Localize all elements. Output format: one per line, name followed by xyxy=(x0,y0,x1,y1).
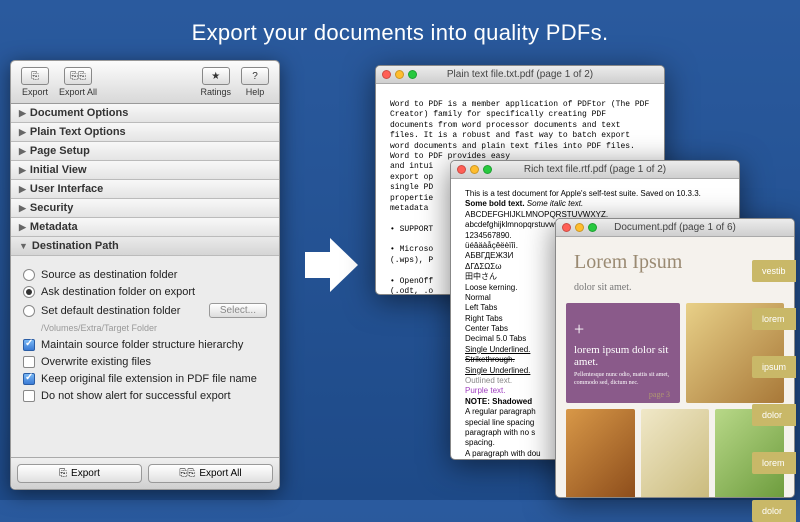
footer-bar: ⎘Export ⎘⎘Export All xyxy=(11,457,279,489)
export-button[interactable]: ⎘Export xyxy=(17,464,142,483)
help-icon: ? xyxy=(241,67,269,85)
export-all-tool[interactable]: ⎘⎘ Export All xyxy=(55,65,101,99)
ratings-tool-label: Ratings xyxy=(200,87,231,97)
acc-security[interactable]: ▶Security xyxy=(11,199,279,218)
zoom-icon[interactable] xyxy=(588,223,597,232)
triangle-right-icon: ▶ xyxy=(19,184,26,195)
radio-icon xyxy=(23,305,35,317)
tile-purple: + lorem ipsum dolor sit amet. Pellentesq… xyxy=(566,303,680,403)
export-tool-label: Export xyxy=(22,87,48,97)
checkbox-checked-icon xyxy=(23,373,35,385)
acc-user-interface[interactable]: ▶User Interface xyxy=(11,180,279,199)
toolbar: ⎘ Export ⎘⎘ Export All ★ Ratings ? Help xyxy=(11,61,279,104)
minimize-icon[interactable] xyxy=(575,223,584,232)
chk-keep-extension[interactable]: Keep original file extension in PDF file… xyxy=(23,373,267,385)
export-all-button[interactable]: ⎘⎘Export All xyxy=(148,464,273,483)
export-app-window: ⎘ Export ⎘⎘ Export All ★ Ratings ? Help … xyxy=(10,60,280,490)
hero-headline: Export your documents into quality PDFs. xyxy=(0,20,800,46)
chk-no-alert[interactable]: Do not show alert for successful export xyxy=(23,390,267,402)
default-folder-path: /Volumes/Extra/Target Folder xyxy=(41,323,267,333)
window-title: Plain text file.txt.pdf (page 1 of 2) xyxy=(447,69,593,80)
export-icon: ⎘ xyxy=(21,67,49,85)
radio-ask-on-export[interactable]: Ask destination folder on export xyxy=(23,286,267,298)
close-icon[interactable] xyxy=(457,165,466,174)
radio-selected-icon xyxy=(23,286,35,298)
export-all-tool-label: Export All xyxy=(59,87,97,97)
side-tab[interactable]: lorem xyxy=(752,308,796,330)
side-tab[interactable]: ipsum xyxy=(752,356,796,378)
side-tab[interactable]: dolor xyxy=(752,404,796,426)
close-icon[interactable] xyxy=(382,70,391,79)
export-icon: ⎘ xyxy=(59,468,67,479)
minimize-icon[interactable] xyxy=(470,165,479,174)
checkbox-icon xyxy=(23,390,35,402)
chk-maintain-structure[interactable]: Maintain source folder structure hierarc… xyxy=(23,339,267,351)
side-tabs: vestib lorem ipsum dolor lorem dolor xyxy=(752,260,796,522)
minimize-icon[interactable] xyxy=(395,70,404,79)
window-titlebar[interactable]: Plain text file.txt.pdf (page 1 of 2) xyxy=(376,66,664,84)
triangle-right-icon: ▶ xyxy=(19,146,26,157)
export-all-icon: ⎘⎘ xyxy=(179,468,195,479)
radio-default-folder[interactable]: Set default destination folder Select... xyxy=(23,303,267,318)
help-tool-label: Help xyxy=(246,87,265,97)
triangle-right-icon: ▶ xyxy=(19,108,26,119)
window-titlebar[interactable]: Document.pdf (page 1 of 6) xyxy=(556,219,794,237)
checkbox-checked-icon xyxy=(23,339,35,351)
side-tab[interactable]: vestib xyxy=(752,260,796,282)
acc-initial-view[interactable]: ▶Initial View xyxy=(11,161,279,180)
side-tab[interactable]: lorem xyxy=(752,452,796,474)
triangle-right-icon: ▶ xyxy=(19,127,26,138)
acc-page-setup[interactable]: ▶Page Setup xyxy=(11,142,279,161)
window-titlebar[interactable]: Rich text file.rtf.pdf (page 1 of 2) xyxy=(451,161,739,179)
export-tool[interactable]: ⎘ Export xyxy=(17,65,53,99)
accordion: ▶Document Options ▶Plain Text Options ▶P… xyxy=(11,104,279,457)
acc-destination-path[interactable]: ▼Destination Path xyxy=(11,237,279,256)
destination-path-body: Source as destination folder Ask destina… xyxy=(11,256,279,413)
traffic-lights[interactable] xyxy=(562,223,597,232)
select-folder-button[interactable]: Select... xyxy=(209,303,267,318)
triangle-down-icon: ▼ xyxy=(19,241,28,251)
triangle-right-icon: ▶ xyxy=(19,222,26,233)
radio-icon xyxy=(23,269,35,281)
acc-metadata[interactable]: ▶Metadata xyxy=(11,218,279,237)
tile-image-2 xyxy=(566,409,635,498)
triangle-right-icon: ▶ xyxy=(19,165,26,176)
radio-source-folder[interactable]: Source as destination folder xyxy=(23,269,267,281)
zoom-icon[interactable] xyxy=(408,70,417,79)
plus-icon: + xyxy=(574,319,584,340)
zoom-icon[interactable] xyxy=(483,165,492,174)
window-title: Rich text file.rtf.pdf (page 1 of 2) xyxy=(524,164,666,175)
tile-image-3 xyxy=(641,409,710,498)
traffic-lights[interactable] xyxy=(382,70,417,79)
export-all-icon: ⎘⎘ xyxy=(64,67,92,85)
window-title: Document.pdf (page 1 of 6) xyxy=(614,222,736,233)
side-tab[interactable]: dolor xyxy=(752,500,796,522)
ratings-tool[interactable]: ★ Ratings xyxy=(196,65,235,99)
triangle-right-icon: ▶ xyxy=(19,203,26,214)
page-number: page 3 xyxy=(649,390,670,399)
chk-overwrite[interactable]: Overwrite existing files xyxy=(23,356,267,368)
help-tool[interactable]: ? Help xyxy=(237,65,273,99)
acc-document-options[interactable]: ▶Document Options xyxy=(11,104,279,123)
star-icon: ★ xyxy=(202,67,230,85)
traffic-lights[interactable] xyxy=(457,165,492,174)
checkbox-icon xyxy=(23,356,35,368)
acc-plain-text[interactable]: ▶Plain Text Options xyxy=(11,123,279,142)
arrow-right-icon xyxy=(300,230,362,300)
close-icon[interactable] xyxy=(562,223,571,232)
